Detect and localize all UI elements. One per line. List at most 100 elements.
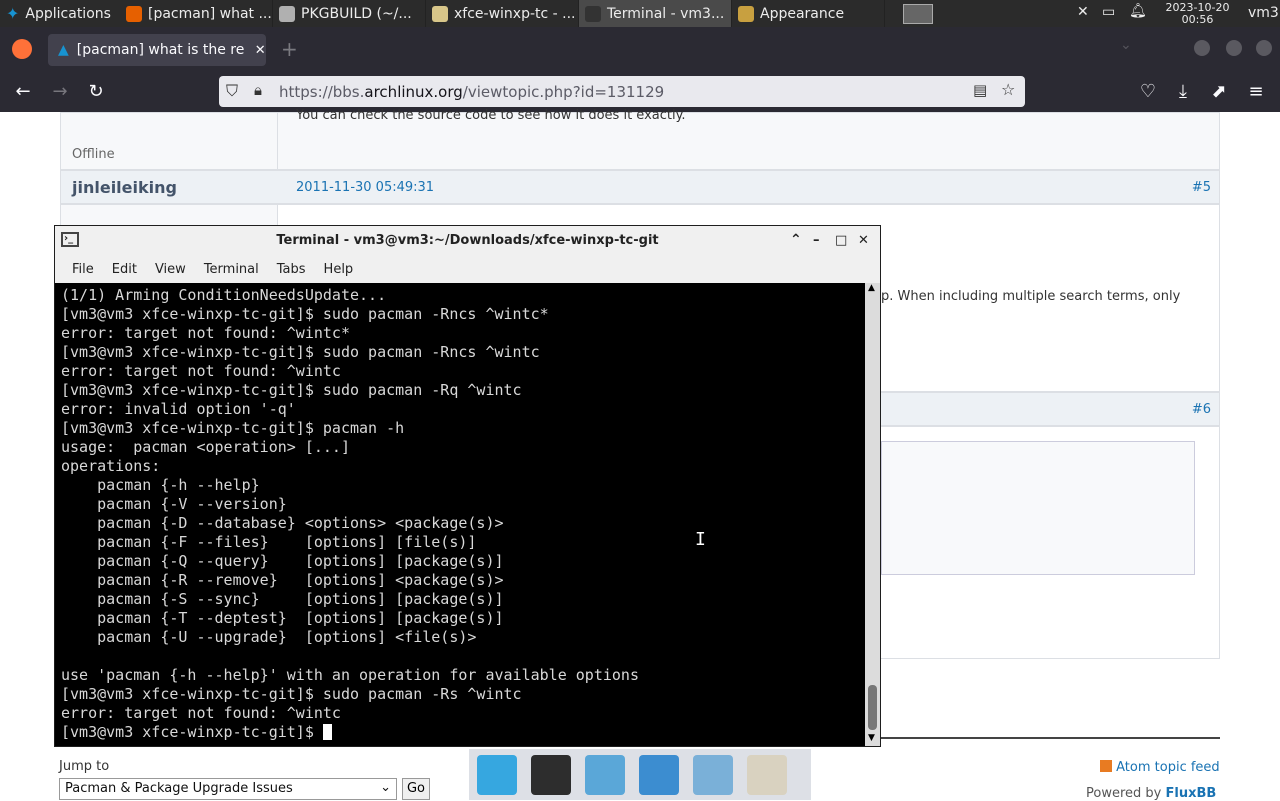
url-bar[interactable]: ⛉ 🔒︎ https://bbs. archlinux.org /viewtop… bbox=[219, 76, 1025, 107]
window-maximize-icon[interactable] bbox=[1226, 40, 1242, 56]
taskbar-button[interactable]: xfce-winxp-tc - ... bbox=[426, 0, 579, 27]
file-manager-icon[interactable] bbox=[585, 754, 625, 795]
lock-icon[interactable]: 🔒︎ bbox=[254, 81, 262, 99]
window-minimize-icon[interactable] bbox=[1194, 40, 1210, 56]
terminal-line-text: (1/1) Arming ConditionNeedsUpdate... bbox=[61, 286, 387, 304]
terminal-line-text: [vm3@vm3 xfce-winxp-tc-git]$ sudo pacman… bbox=[61, 343, 540, 361]
terminal-line-text: operations: bbox=[61, 457, 161, 475]
shade-icon[interactable]: ⌃ bbox=[790, 226, 802, 255]
terminal-menu-file[interactable]: File bbox=[63, 262, 103, 277]
atom-feed-link[interactable]: Atom topic feed bbox=[1100, 760, 1220, 775]
terminal-line: pacman {-S --sync} [options] [package(s)… bbox=[61, 590, 865, 609]
arch-logo-icon: ✦ bbox=[6, 4, 20, 23]
pocket-icon[interactable]: ♡ bbox=[1136, 80, 1160, 104]
terminal-line-text: error: target not found: ^wintc* bbox=[61, 324, 350, 342]
notification-bell-icon[interactable]: 🔔︎ bbox=[1129, 3, 1147, 19]
app-finder-icon[interactable] bbox=[693, 754, 733, 795]
applications-menu[interactable]: ✦ Applications bbox=[0, 0, 120, 27]
post-5-author[interactable]: jinleileiking bbox=[72, 178, 177, 197]
terminal-line: [vm3@vm3 xfce-winxp-tc-git]$ sudo pacman… bbox=[61, 305, 865, 324]
folder-icon[interactable] bbox=[747, 754, 787, 795]
terminal-scrollbar[interactable]: ▲ ▼ bbox=[865, 283, 880, 746]
terminal-line: [vm3@vm3 xfce-winxp-tc-git]$ sudo pacman… bbox=[61, 343, 865, 362]
terminal-menu-help[interactable]: Help bbox=[315, 262, 363, 277]
terminal-line-text: pacman {-V --version} bbox=[61, 495, 287, 513]
terminal-line: pacman {-U --upgrade} [options] <file(s)… bbox=[61, 628, 865, 647]
terminal-line: error: target not found: ^wintc bbox=[61, 704, 865, 723]
terminal-menu-tabs[interactable]: Tabs bbox=[268, 262, 315, 277]
terminal-title: Terminal - vm3@vm3:~/Downloads/xfce-winx… bbox=[276, 233, 659, 248]
terminal-line: usage: pacman <operation> [...] bbox=[61, 438, 865, 457]
bottom-dock bbox=[469, 749, 811, 800]
back-button-icon[interactable]: ← bbox=[11, 80, 35, 104]
maximize-icon[interactable]: □ bbox=[835, 226, 847, 255]
terminal-titlebar[interactable]: ›_ Terminal - vm3@vm3:~/Downloads/xfce-w… bbox=[55, 226, 880, 255]
panel-username[interactable]: vm3 bbox=[1248, 5, 1279, 21]
downloads-icon[interactable]: ⤓ bbox=[1171, 80, 1195, 104]
powered-by: Powered by FluxBB bbox=[1086, 786, 1216, 801]
terminal-icon[interactable] bbox=[531, 754, 571, 795]
battery-icon[interactable]: ▭ bbox=[1102, 4, 1115, 20]
terminal-menu-terminal[interactable]: Terminal bbox=[195, 262, 268, 277]
scroll-down-icon[interactable]: ▼ bbox=[868, 733, 875, 743]
terminal-line-text: [vm3@vm3 xfce-winxp-tc-git]$ sudo pacman… bbox=[61, 381, 522, 399]
post-4-text: You can check the source code to see how… bbox=[296, 108, 686, 123]
web-browser-icon[interactable] bbox=[639, 754, 679, 795]
taskbar-button[interactable]: Terminal - vm3... bbox=[579, 0, 732, 27]
close-icon[interactable]: ✕ bbox=[858, 226, 869, 255]
window-close-icon[interactable] bbox=[1256, 40, 1272, 56]
url-path: /viewtopic.php?id=131129 bbox=[462, 82, 665, 101]
firefox-icon[interactable] bbox=[12, 39, 32, 59]
workspace-switcher[interactable] bbox=[897, 0, 939, 27]
terminal-app-icon: ›_ bbox=[61, 232, 79, 247]
bookmark-star-icon[interactable]: ☆ bbox=[1001, 80, 1015, 99]
rss-icon bbox=[1100, 760, 1112, 772]
tab-archlinux-forum[interactable]: ▲ [pacman] what is the re ✕ bbox=[48, 34, 266, 66]
minimize-icon[interactable]: – bbox=[813, 226, 820, 255]
forward-button-icon[interactable]: → bbox=[48, 80, 72, 104]
app-menu-icon[interactable]: ≡ bbox=[1244, 80, 1268, 104]
post-6-code-box bbox=[881, 441, 1195, 575]
taskbar-button[interactable]: Appearance bbox=[732, 0, 885, 27]
task-app-icon bbox=[585, 5, 601, 22]
extensions-icon[interactable]: ⬈ bbox=[1207, 80, 1231, 104]
terminal-menu-edit[interactable]: Edit bbox=[103, 262, 146, 277]
close-tab-icon[interactable]: ✕ bbox=[255, 43, 266, 58]
terminal-output[interactable]: (1/1) Arming ConditionNeedsUpdate... [vm3… bbox=[55, 283, 865, 746]
terminal-line-text: error: target not found: ^wintc bbox=[61, 704, 341, 722]
terminal-line-text: use 'pacman {-h --help}' with an operati… bbox=[61, 666, 639, 684]
terminal-line: error: target not found: ^wintc* bbox=[61, 324, 865, 343]
task-label: xfce-winxp-tc - ... bbox=[454, 5, 576, 22]
scroll-thumb[interactable] bbox=[868, 685, 877, 730]
list-all-tabs-icon[interactable]: ⌄ bbox=[1120, 37, 1132, 53]
panel-clock[interactable]: 2023-10-20 00:56 bbox=[1150, 0, 1245, 27]
clock-time: 00:56 bbox=[1181, 13, 1214, 26]
jump-to-select[interactable]: Pacman & Package Upgrade Issues ⌄ bbox=[59, 778, 397, 800]
task-app-icon bbox=[126, 5, 142, 22]
go-button[interactable]: Go bbox=[402, 778, 430, 800]
reload-button-icon[interactable]: ↻ bbox=[84, 80, 108, 104]
reader-view-icon[interactable]: ▤ bbox=[973, 81, 987, 99]
terminal-line-text: error: target not found: ^wintc bbox=[61, 362, 341, 380]
taskbar-button[interactable]: [pacman] what ... bbox=[120, 0, 273, 27]
taskbar-tasklist: [pacman] what ... PKGBUILD (~/... xfce-win… bbox=[120, 0, 885, 27]
terminal-menu-view[interactable]: View bbox=[146, 262, 195, 277]
terminal-line: pacman {-T --deptest} [options] [package… bbox=[61, 609, 865, 628]
new-tab-icon[interactable]: + bbox=[281, 37, 298, 61]
taskbar-button[interactable]: PKGBUILD (~/... bbox=[273, 0, 426, 27]
post-5-time[interactable]: 2011-11-30 05:49:31 bbox=[296, 180, 434, 195]
post-4-body: You can check the source code to see how… bbox=[60, 108, 1220, 170]
post-5-text-fragment: p. When including multiple search terms,… bbox=[881, 289, 1181, 304]
scroll-up-icon[interactable]: ▲ bbox=[868, 283, 875, 293]
post-6-number[interactable]: #6 bbox=[1192, 402, 1211, 417]
terminal-line-text: pacman {-h --help} bbox=[61, 476, 260, 494]
terminal-line: [vm3@vm3 xfce-winxp-tc-git]$ sudo pacman… bbox=[61, 381, 865, 400]
fluxbb-link[interactable]: FluxBB bbox=[1166, 786, 1217, 801]
post-5-number[interactable]: #5 bbox=[1192, 180, 1211, 195]
desktop-icon[interactable] bbox=[477, 754, 517, 795]
tracking-protection-icon[interactable]: ⛉ bbox=[226, 81, 238, 101]
mute-icon[interactable]: ✕ bbox=[1077, 4, 1089, 20]
powered-by-label: Powered by bbox=[1086, 786, 1162, 801]
terminal-line-text: [vm3@vm3 xfce-winxp-tc-git]$ pacman -h bbox=[61, 419, 405, 437]
